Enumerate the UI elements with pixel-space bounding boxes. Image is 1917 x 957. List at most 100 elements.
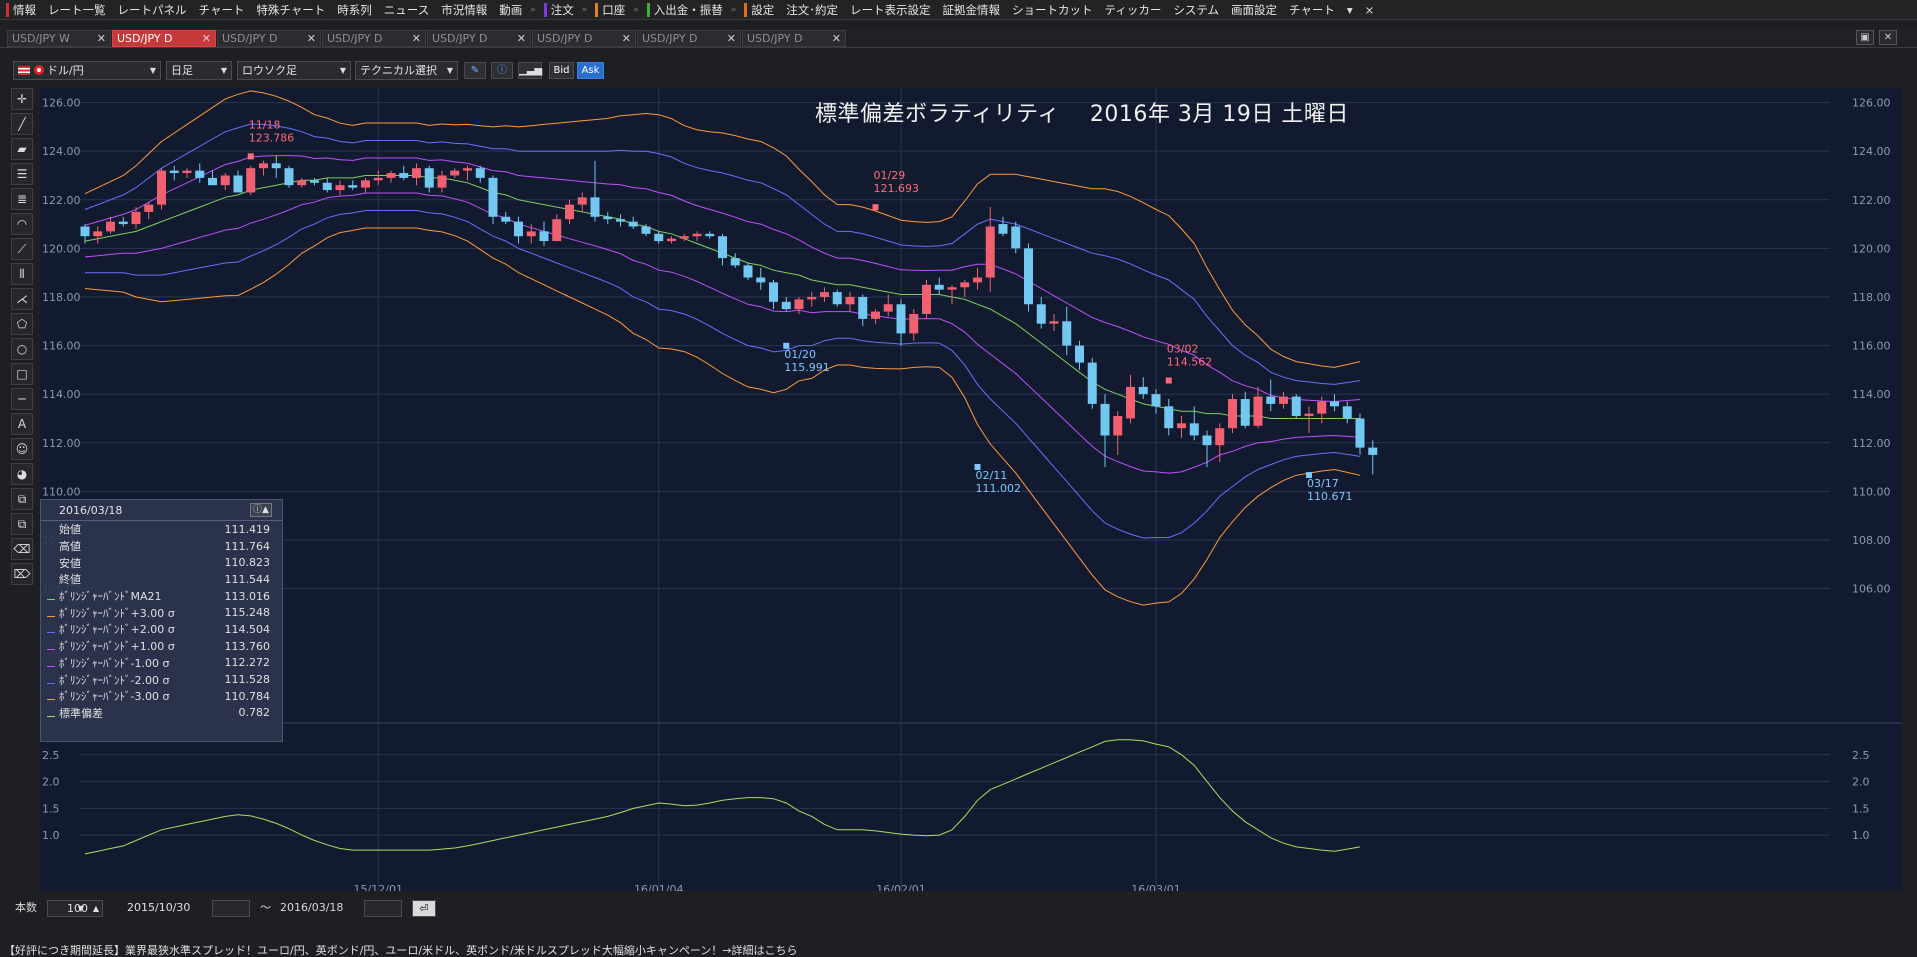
tab-usdjpy-2[interactable]: USD/JPY D ✕: [217, 30, 321, 47]
face-icon[interactable]: ☺: [11, 438, 33, 460]
row-label-text: ﾎﾞﾘﾝｼﾞｬｰﾊﾞﾝﾄﾞ+3.00 σ: [59, 606, 175, 620]
menu-item-16[interactable]: ショートカット: [1006, 0, 1099, 20]
tab-usdjpy-3[interactable]: USD/JPY D ✕: [322, 30, 426, 47]
tab-close-icon[interactable]: ✕: [517, 31, 526, 46]
tab-close-icon[interactable]: ✕: [622, 31, 631, 46]
pencil-icon[interactable]: ✎: [464, 62, 486, 79]
menu-marker: [595, 2, 599, 17]
technical-select[interactable]: テクニカル選択 ▼: [355, 61, 458, 80]
horizontal-lines-icon[interactable]: ☰: [11, 163, 33, 185]
period-select[interactable]: 日足 ▼: [166, 61, 232, 80]
close-window-icon[interactable]: ✕: [1879, 30, 1897, 45]
candle-body: [501, 216, 511, 222]
candle-body: [361, 180, 370, 188]
copy-icon[interactable]: ⧉: [11, 488, 33, 510]
vertical-lines-icon[interactable]: ⦀: [11, 263, 33, 285]
from-date[interactable]: 2015/10/30: [127, 900, 190, 917]
tab-close-icon[interactable]: ✕: [727, 31, 736, 46]
data-window-row: 始値 111.419: [41, 521, 282, 538]
tab-usdjpy-4[interactable]: USD/JPY D ✕: [427, 30, 531, 47]
candle-body: [883, 304, 893, 312]
menu-close-icon[interactable]: ×: [1359, 3, 1381, 17]
ruler-icon[interactable]: ▰: [11, 138, 33, 160]
horizontal-line-icon[interactable]: ─: [11, 388, 33, 410]
menu-item-0[interactable]: 情報: [0, 0, 42, 20]
tab-usdjpy-5[interactable]: USD/JPY D ✕: [532, 30, 636, 47]
pitchfork-icon[interactable]: ⋌: [11, 288, 33, 310]
fibonacci-lines-icon[interactable]: ≣: [11, 188, 33, 210]
tab-close-icon[interactable]: ✕: [832, 31, 841, 46]
candle-body: [1202, 435, 1212, 446]
tab-usdjpy-7[interactable]: USD/JPY D ✕: [742, 30, 846, 47]
tab-usdjpy-6[interactable]: USD/JPY D ✕: [637, 30, 741, 47]
menu-item-4[interactable]: 特殊チャート: [250, 0, 331, 20]
menu-item-12[interactable]: 設定: [738, 0, 780, 20]
menu-more-icon[interactable]: ▾: [1341, 0, 1359, 20]
info-icon[interactable]: ⓘ: [491, 62, 513, 79]
bid-button[interactable]: Bid: [549, 62, 574, 79]
tab-usdjpy-0[interactable]: USD/JPY W ✕: [7, 30, 111, 47]
chart-area[interactable]: 106.00106.00108.00108.00110.00110.00112.…: [40, 88, 1902, 891]
trendline-icon[interactable]: ╱: [11, 113, 33, 135]
chart-toolbar: ドル/円 ▼ 日足 ▼ ロウソク足 ▼ テクニカル選択 ▼ ✎ ⓘ ▁▃▅ Bi…: [0, 60, 1917, 82]
tab-usdjpy-1[interactable]: USD/JPY D ✕: [112, 30, 216, 47]
return-icon[interactable]: ⏎: [412, 900, 436, 917]
candle-body: [985, 226, 995, 278]
tab-close-icon[interactable]: ✕: [202, 31, 211, 46]
menu-item-15[interactable]: 証拠金情報: [937, 0, 1007, 20]
menu-item-10[interactable]: 口座: [589, 0, 631, 20]
eraser-all-icon[interactable]: ⌦: [11, 563, 33, 585]
candle-body: [335, 185, 345, 191]
text-icon[interactable]: A: [11, 413, 33, 435]
from-time-input[interactable]: [212, 900, 250, 917]
to-date[interactable]: 2016/03/18: [280, 900, 343, 917]
tab-close-icon[interactable]: ✕: [307, 31, 316, 46]
candle-body: [463, 168, 472, 171]
circle-icon[interactable]: ○: [11, 338, 33, 360]
restore-window-icon[interactable]: ▣: [1856, 30, 1874, 45]
candle-body: [1253, 396, 1263, 426]
price-tick-right: 116.00: [1852, 340, 1891, 353]
menu-item-11[interactable]: 入出金・振替: [641, 0, 729, 20]
tab-close-icon[interactable]: ✕: [412, 31, 421, 46]
count-select[interactable]: 100 ▼ ▲: [47, 900, 103, 917]
to-time-input[interactable]: [364, 900, 402, 917]
menu-item-17[interactable]: ティッカー: [1099, 0, 1168, 20]
currency-pair-select[interactable]: ドル/円 ▼: [13, 61, 161, 80]
ask-button[interactable]: Ask: [577, 62, 604, 79]
eraser-icon[interactable]: ⌫: [11, 538, 33, 560]
candle-body: [437, 175, 447, 188]
menu-item-1[interactable]: レート一覧: [42, 0, 112, 20]
arc-icon[interactable]: ◠: [11, 213, 33, 235]
menu-item-13[interactable]: 注文･約定: [780, 0, 844, 20]
chart-type-select[interactable]: ロウソク足 ▼: [237, 61, 351, 80]
menu-item-2[interactable]: レートパネル: [112, 0, 193, 20]
menu-item-8[interactable]: 動画: [493, 0, 528, 20]
tab-close-icon[interactable]: ✕: [97, 31, 106, 46]
candle-body: [373, 177, 383, 181]
news-ticker[interactable]: 【好評につき期間延長】業界最狭水準スプレッド！ユーロ/円、英ポンド/円、ユーロ/…: [0, 945, 1917, 957]
pentagon-icon[interactable]: ⬠: [11, 313, 33, 335]
menu-item-14[interactable]: レート表示設定: [844, 0, 937, 20]
data-window-row-label: 終値: [47, 571, 197, 587]
menu-item-9[interactable]: 注文: [538, 0, 580, 20]
menu-item-label: 時系列: [337, 2, 372, 17]
menu-item-7[interactable]: 市況情報: [435, 0, 493, 20]
menu-item-5[interactable]: 時系列: [331, 0, 378, 20]
fan-icon[interactable]: ⟋: [11, 238, 33, 260]
menu-item-19[interactable]: 画面設定: [1225, 0, 1283, 20]
rectangle-icon[interactable]: □: [11, 363, 33, 385]
volume-icon[interactable]: ▁▃▅: [518, 62, 542, 79]
crosshair-icon[interactable]: ✛: [11, 88, 33, 110]
menu-item-3[interactable]: チャート: [193, 0, 251, 20]
menu-item-18[interactable]: システム: [1167, 0, 1225, 20]
pie-icon[interactable]: ◕: [11, 463, 33, 485]
us-flag-icon: [18, 66, 30, 75]
menu-item-20[interactable]: チャート: [1283, 0, 1341, 20]
annotation-date: 03/17: [1307, 477, 1339, 490]
data-window-row: 高値 111.764: [41, 538, 282, 555]
menu-item-6[interactable]: ニュース: [378, 0, 435, 20]
info-collapse-icon[interactable]: ⓘ▲: [250, 503, 272, 517]
paste-icon[interactable]: ⧉: [11, 513, 33, 535]
data-window-row: ﾎﾞﾘﾝｼﾞｬｰﾊﾞﾝﾄﾞ-1.00 σ 112.272: [41, 655, 282, 672]
